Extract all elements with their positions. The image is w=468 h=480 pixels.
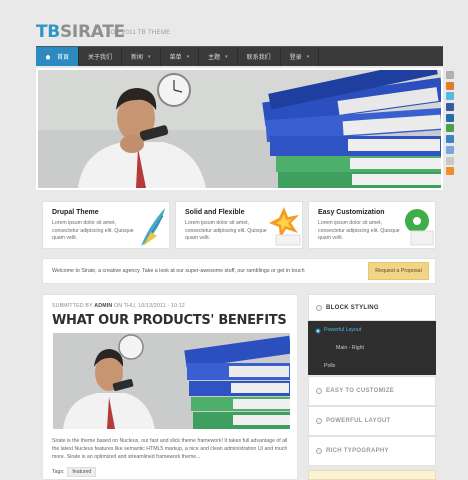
feather-pen-icon <box>141 208 165 246</box>
bullet-icon: · <box>316 363 318 369</box>
color-palette-icon <box>405 209 434 246</box>
share-icon[interactable] <box>446 156 454 165</box>
sidebar-menu-item-powerful-layout[interactable]: Powerful Layout <box>324 327 361 333</box>
nav-item-home[interactable]: 首頁 <box>36 47 80 66</box>
tag-link[interactable]: featured <box>67 467 97 477</box>
sidebar-menu-item-main-right[interactable]: Main - Right <box>336 345 364 351</box>
sidebar-section-rich-typography[interactable]: RICH TYPOGRAPHY <box>308 436 436 466</box>
feature-box-customization: Easy Customization Lorem ipsum dolor sit… <box>308 201 436 249</box>
star-burst-icon <box>269 207 301 246</box>
sidebar-menu: Powerful Layout · Main - Right · Polls <box>308 321 436 375</box>
author-link[interactable]: ADMIN <box>94 303 112 309</box>
main-nav: 首頁 关于我们 新闻 ▾ 菜单 ▾ 主题 ▾ 联系我们 登录 ▾ <box>36 46 443 66</box>
social-share-bar <box>446 71 456 178</box>
twitter-icon[interactable] <box>446 92 454 101</box>
rss-icon[interactable] <box>446 81 454 90</box>
article-excerpt: Sirate is the theme based on Nucleus, ou… <box>52 438 288 460</box>
chevron-down-icon: ▾ <box>148 53 151 60</box>
feature-title: Solid and Flexible <box>185 209 245 216</box>
bullet-icon: · <box>326 345 328 351</box>
nav-item-contact[interactable]: 联系我们 <box>238 47 281 66</box>
office-worker-photo <box>38 70 441 188</box>
feature-boxes: Drupal Theme Lorem ipsum dolor sit amet,… <box>42 201 437 249</box>
sidebar-section-powerful-layout[interactable]: POWERFUL LAYOUT <box>308 406 436 436</box>
digg-icon[interactable] <box>446 113 454 122</box>
article-image[interactable] <box>53 333 290 429</box>
nav-item-menu[interactable]: 菜单 ▾ <box>161 47 200 66</box>
welcome-text: Welcome to Sirate, a creative agency. Ta… <box>52 268 305 274</box>
nav-item-news[interactable]: 新闻 ▾ <box>122 47 161 66</box>
bullet-icon <box>316 388 322 394</box>
feature-title: Easy Customization <box>318 209 385 216</box>
chevron-down-icon: ▾ <box>186 53 190 60</box>
office-worker-photo <box>53 333 290 429</box>
chevron-down-icon: ▾ <box>225 53 228 60</box>
request-proposal-button[interactable]: Request a Proposal <box>368 262 429 280</box>
feature-box-drupal: Drupal Theme Lorem ipsum dolor sit amet,… <box>42 201 170 249</box>
feature-text: Lorem ipsum dolor sit amet, consectetur … <box>318 220 400 242</box>
welcome-bar: Welcome to Sirate, a creative agency. Ta… <box>42 258 436 284</box>
nav-item-about[interactable]: 关于我们 <box>79 47 123 66</box>
site-tagline: NOV 2011 TB THEME <box>106 30 171 36</box>
article-teaser: SUBMITTED BY ADMIN ON THU, 10/13/2011 - … <box>42 294 298 480</box>
chevron-down-icon: ▾ <box>306 53 310 60</box>
home-icon <box>45 54 51 59</box>
feature-text: Lorem ipsum dolor sit amet, consectetur … <box>52 220 134 242</box>
article-meta: SUBMITTED BY ADMIN ON THU, 10/13/2011 - … <box>52 303 186 309</box>
nav-item-login[interactable]: 登录 ▾ <box>281 47 320 66</box>
bullet-icon <box>316 448 322 454</box>
feature-box-solid: Solid and Flexible Lorem ipsum dolor sit… <box>175 201 303 249</box>
facebook-icon[interactable] <box>446 103 454 112</box>
delicious-icon[interactable] <box>446 124 454 133</box>
hero-slideshow-image[interactable] <box>36 68 443 190</box>
feature-text: Lorem ipsum dolor sit amet, consectetur … <box>185 220 267 242</box>
stumble-icon[interactable] <box>446 135 454 144</box>
google-icon[interactable] <box>446 145 454 154</box>
radio-icon <box>315 328 321 334</box>
sidebar-promo-box <box>308 470 436 480</box>
article-title[interactable]: WHAT OUR PRODUCTS' BENEFITS <box>52 313 287 328</box>
sidebar: BLOCK STYLING Powerful Layout · Main - R… <box>308 294 436 480</box>
mail-icon[interactable] <box>446 71 454 79</box>
feed-icon[interactable] <box>446 167 454 176</box>
nav-item-theme[interactable]: 主题 ▾ <box>199 47 238 66</box>
sidebar-section-easy-to-customize[interactable]: EASY TO CUSTOMIZE <box>308 376 436 406</box>
feature-title: Drupal Theme <box>52 209 99 216</box>
bullet-icon <box>316 418 322 424</box>
article-tags: Tags: featured <box>52 467 97 477</box>
bullet-icon <box>316 305 322 311</box>
block-styling-header: BLOCK STYLING <box>308 294 436 321</box>
sidebar-menu-item-polls[interactable]: Polls <box>324 363 335 369</box>
